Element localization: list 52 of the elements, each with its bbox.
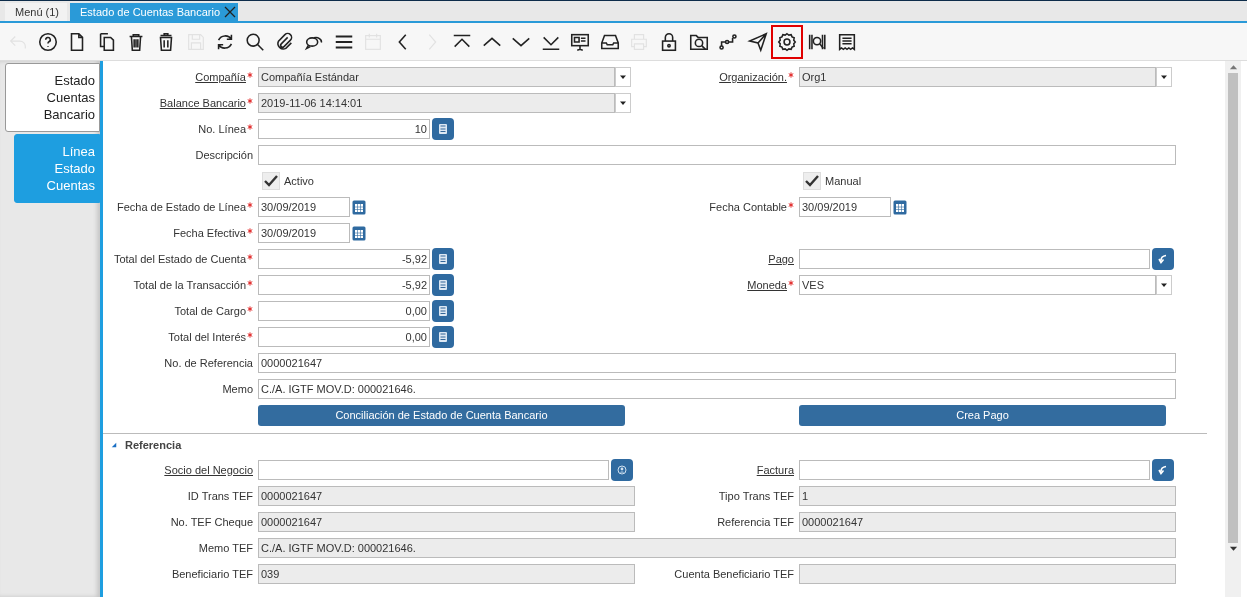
date-field[interactable]: 30/09/2019: [799, 197, 891, 217]
field-label: Cuenta Beneficiario TEF: [674, 568, 794, 580]
field-label: ID Trans TEF: [187, 490, 253, 502]
number-field[interactable]: -5,92: [258, 249, 430, 269]
field-label: No. Línea: [198, 123, 246, 135]
checkbox-label: Manual: [825, 175, 862, 187]
field-label: Fecha Efectiva: [173, 227, 246, 239]
field-label: Descripción: [195, 149, 253, 161]
field-label: Memo: [222, 383, 253, 395]
number-field[interactable]: 0,00: [258, 301, 430, 321]
field-label: Total de la Transacción: [133, 279, 246, 291]
input-field[interactable]: 039: [258, 564, 635, 584]
field-label: Memo TEF: [198, 542, 253, 554]
field-label: Pago: [768, 253, 794, 265]
field-label: Fecha Contable: [709, 201, 787, 213]
number-field[interactable]: -5,92: [258, 275, 430, 295]
date-field[interactable]: 30/09/2019: [258, 223, 350, 243]
date-field[interactable]: 30/09/2019: [258, 197, 350, 217]
dropdown-field[interactable]: Org1: [799, 67, 1156, 87]
section-title[interactable]: Referencia: [125, 439, 182, 451]
field-label: Total de Cargo: [174, 305, 246, 317]
checkbox-label: Activo: [284, 175, 314, 187]
input-field[interactable]: 1: [799, 486, 1176, 506]
field-label: Beneficiario TEF: [171, 568, 253, 580]
input-field[interactable]: 0000021647: [258, 353, 1176, 373]
field-label: Total del Estado de Cuenta: [113, 253, 246, 265]
input-field[interactable]: 0000021647: [258, 486, 635, 506]
input-field[interactable]: 0000021647: [799, 512, 1176, 532]
field-label: Tipo Trans TEF: [718, 490, 794, 502]
input-field[interactable]: C./A. IGTF MOV.D: 000021646.: [258, 538, 1176, 558]
field-label: No. de Referencia: [164, 357, 253, 369]
dropdown-field[interactable]: VES: [799, 275, 1156, 295]
field-label: Factura: [756, 464, 794, 476]
field-label: Socio del Negocio: [164, 464, 253, 476]
input-field[interactable]: 0000021647: [258, 512, 635, 532]
action-button[interactable]: Crea Pago: [799, 404, 1166, 426]
side-tab[interactable]: Estado Cuentas Bancario: [5, 63, 100, 132]
field-label: No. TEF Cheque: [170, 516, 253, 528]
number-field[interactable]: 10: [258, 119, 430, 139]
field-label: Total del Interés: [168, 331, 246, 343]
field-label: Referencia TEF: [717, 516, 794, 528]
input-field[interactable]: C./A. IGTF MOV.D: 000021646.: [258, 379, 1176, 399]
field-label: Fecha de Estado de Línea: [116, 201, 246, 213]
field-label: Organización.: [719, 71, 787, 83]
dropdown-field[interactable]: 2019-11-06 14:14:01: [258, 93, 615, 113]
field-label: Moneda: [747, 279, 787, 291]
dropdown-field[interactable]: Compañía Estándar: [258, 67, 615, 87]
window-tab[interactable]: Menú (1): [5, 3, 68, 21]
action-button[interactable]: Conciliación de Estado de Cuenta Bancario: [258, 404, 625, 426]
number-field[interactable]: 0,00: [258, 327, 430, 347]
field-label: Balance Bancario: [159, 97, 246, 109]
field-label: Compañía: [195, 71, 246, 83]
